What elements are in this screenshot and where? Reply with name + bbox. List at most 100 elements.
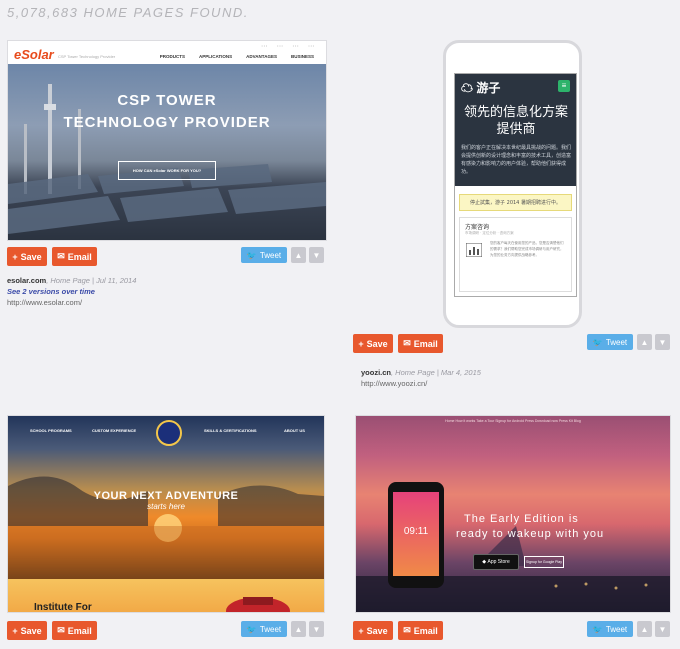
feature-description: 您的客户每天在使用您的产品，您是否清楚他们的需求？我们帮助您完成市场调研与用户研…	[490, 241, 564, 257]
results-count: 5,078,683 HOME PAGES FOUND.	[7, 5, 249, 20]
backpack-icon	[226, 597, 290, 612]
preview-hero: ☁ 游子 ≡ 领先的信息化方案提供商 我们的客户正在解决本世纪最具挑战的问题。我…	[455, 74, 576, 186]
envelope-icon: ✉	[57, 251, 65, 261]
preview-title: 领先的信息化方案提供商	[463, 105, 568, 137]
thumbnail-esolar[interactable]: eSolar CSP Tower Technology Provider • •…	[7, 40, 327, 241]
email-button[interactable]: ✉ Email	[398, 334, 443, 353]
institute-badge-icon	[156, 420, 182, 446]
envelope-icon: ✉	[403, 338, 411, 348]
tweet-button[interactable]: 🐦 Tweet	[587, 334, 633, 350]
envelope-icon: ✉	[403, 625, 411, 635]
thumbs-down-button[interactable]: ▼	[309, 247, 324, 263]
email-button[interactable]: ✉ Email	[52, 621, 97, 640]
preview-title-line1: The Early Edition is	[464, 513, 579, 525]
preview-feature-box: 方案咨询 市场调研 · 定位分析 · 咨询方案 您的客户每天在使用您的产品，您是…	[459, 217, 572, 292]
google-play-signup: Signup for Google Play	[524, 556, 564, 568]
phone-screen: ☁ 游子 ≡ 领先的信息化方案提供商 我们的客户正在解决本世纪最具挑战的问题。我…	[454, 73, 577, 297]
twitter-icon: 🐦	[246, 624, 257, 634]
thumbs-up-icon: ▲	[294, 250, 303, 260]
solar-field-illustration	[8, 84, 326, 234]
preview-nav-item: PRODUCTS	[159, 54, 185, 59]
thumbnail-early-edition[interactable]: Home How it works Take a Tour Signup for…	[355, 415, 671, 613]
preview-nav: Home How it works Take a Tour Signup for…	[445, 419, 581, 423]
email-button[interactable]: ✉ Email	[398, 621, 443, 640]
feature-title: 方案咨询	[465, 224, 490, 231]
preview-banner: 停止試集，游子 2014 暑期招聘进行中。	[459, 194, 572, 211]
preview-title: YOUR NEXT ADVENTURE	[93, 490, 239, 502]
thumbs-down-icon: ▼	[658, 337, 667, 347]
twitter-icon: 🐦	[592, 337, 603, 347]
thumbs-down-icon: ▼	[312, 624, 321, 634]
preview-nav-item: SKILLS & CERTIFICATIONS	[204, 428, 257, 433]
site-link[interactable]: yoozi.cn	[361, 368, 391, 377]
preview-nav-item: CUSTOM EXPERIENCE	[92, 428, 137, 433]
clock-readout: 09:11	[403, 526, 429, 537]
esolar-logo: eSolar	[14, 47, 54, 62]
bar-chart-icon	[466, 243, 482, 257]
save-button[interactable]: + Save	[7, 247, 47, 266]
preview-nav: PRODUCTS APPLICATIONS ADVANTAGES BUSINES…	[160, 54, 314, 59]
preview-hero-image: SCHOOL PROGRAMS CUSTOM EXPERIENCE SKILLS…	[8, 416, 324, 579]
versions-link[interactable]: See 2 versions over time	[7, 287, 95, 296]
preview-hero-image: CSP TOWER TECHNOLOGY PROVIDER HOW CAN eS…	[8, 64, 326, 240]
card-meta: yoozi.cn, Home Page | Mar 4, 2015	[361, 368, 481, 377]
preview-nav-item: ABOUT US	[284, 428, 305, 433]
envelope-icon: ✉	[57, 625, 65, 635]
site-link[interactable]: esolar.com	[7, 276, 46, 285]
preview-top-nav: • • • • • • • • • • • •	[261, 44, 315, 48]
tweet-button[interactable]: 🐦 Tweet	[587, 621, 633, 637]
plus-icon: +	[358, 625, 364, 636]
preview-title-line2: ready to wakeup with you	[456, 528, 605, 540]
preview-nav-item: APPLICATIONS	[198, 54, 233, 59]
thumbs-up-icon: ▲	[640, 624, 649, 634]
thumbs-down-icon: ▼	[312, 250, 321, 260]
thumbs-down-icon: ▼	[658, 624, 667, 634]
phone-illustration: 09:11	[388, 482, 444, 588]
site-url[interactable]: http://www.yoozi.cn/	[361, 379, 427, 388]
preview-subtitle: starts here	[147, 502, 185, 511]
thumbnail-adventure[interactable]: SCHOOL PROGRAMS CUSTOM EXPERIENCE SKILLS…	[7, 415, 325, 613]
thumbs-up-button[interactable]: ▲	[291, 621, 306, 637]
twitter-icon: 🐦	[592, 624, 603, 634]
save-button[interactable]: + Save	[353, 621, 393, 640]
preview-cta-button: HOW CAN eSolar WORK FOR YOU?	[118, 161, 216, 180]
feature-subtitle: 市场调研 · 定位分析 · 咨询方案	[465, 231, 514, 235]
site-url[interactable]: http://www.esolar.com/	[7, 298, 82, 307]
thumbnail-yoozi[interactable]: ☁ 游子 ≡ 领先的信息化方案提供商 我们的客户正在解决本世纪最具挑战的问题。我…	[443, 40, 582, 328]
preview-hero-image: Home How it works Take a Tour Signup for…	[356, 416, 670, 612]
yoozi-logo: ☁ 游子	[461, 81, 501, 95]
apple-icon: ◆	[482, 559, 487, 565]
preview-footer-text: Institute For	[34, 602, 92, 613]
page-date: , Home Page | Mar 4, 2015	[391, 368, 481, 377]
preview-hero-line1: CSP TOWER	[117, 92, 217, 109]
thumbs-up-button[interactable]: ▲	[637, 621, 652, 637]
app-store-badge: ◆ App Store	[473, 554, 519, 570]
thumbs-up-button[interactable]: ▲	[637, 334, 652, 350]
card-meta: esolar.com, Home Page | Jul 11, 2014	[7, 276, 136, 285]
page-date: , Home Page | Jul 11, 2014	[46, 276, 137, 285]
save-button[interactable]: + Save	[353, 334, 393, 353]
thumbs-up-icon: ▲	[294, 624, 303, 634]
email-button[interactable]: ✉ Email	[52, 247, 97, 266]
plus-icon: +	[358, 338, 364, 349]
preview-title: The Early Edition is ready to wakeup wit…	[456, 512, 604, 542]
preview-nav-item: BUSINESS	[290, 54, 314, 59]
plus-icon: +	[12, 625, 18, 636]
thumbs-down-button[interactable]: ▼	[655, 334, 670, 350]
preview-hero-line2: TECHNOLOGY PROVIDER	[63, 114, 271, 131]
thumbs-up-button[interactable]: ▲	[291, 247, 306, 263]
menu-icon: ≡	[558, 80, 570, 92]
tweet-button[interactable]: 🐦 Tweet	[241, 247, 287, 263]
plus-icon: +	[12, 251, 18, 262]
thumbs-down-button[interactable]: ▼	[309, 621, 324, 637]
preview-nav-item: SCHOOL PROGRAMS	[30, 428, 72, 433]
save-button[interactable]: + Save	[7, 621, 47, 640]
preview-nav-item: ADVANTAGES	[246, 54, 277, 59]
preview-description: 我们的客户正在解决本世纪最具挑战的问题。我们会提供创新的设计理念和丰富的技术工具…	[461, 145, 572, 175]
preview-tagline: CSP Tower Technology Provider	[58, 54, 116, 59]
phone-screen: 09:11	[393, 492, 439, 576]
tweet-button[interactable]: 🐦 Tweet	[241, 621, 287, 637]
thumbs-up-icon: ▲	[640, 337, 649, 347]
cloud-icon: ☁	[461, 81, 474, 95]
thumbs-down-button[interactable]: ▼	[655, 621, 670, 637]
